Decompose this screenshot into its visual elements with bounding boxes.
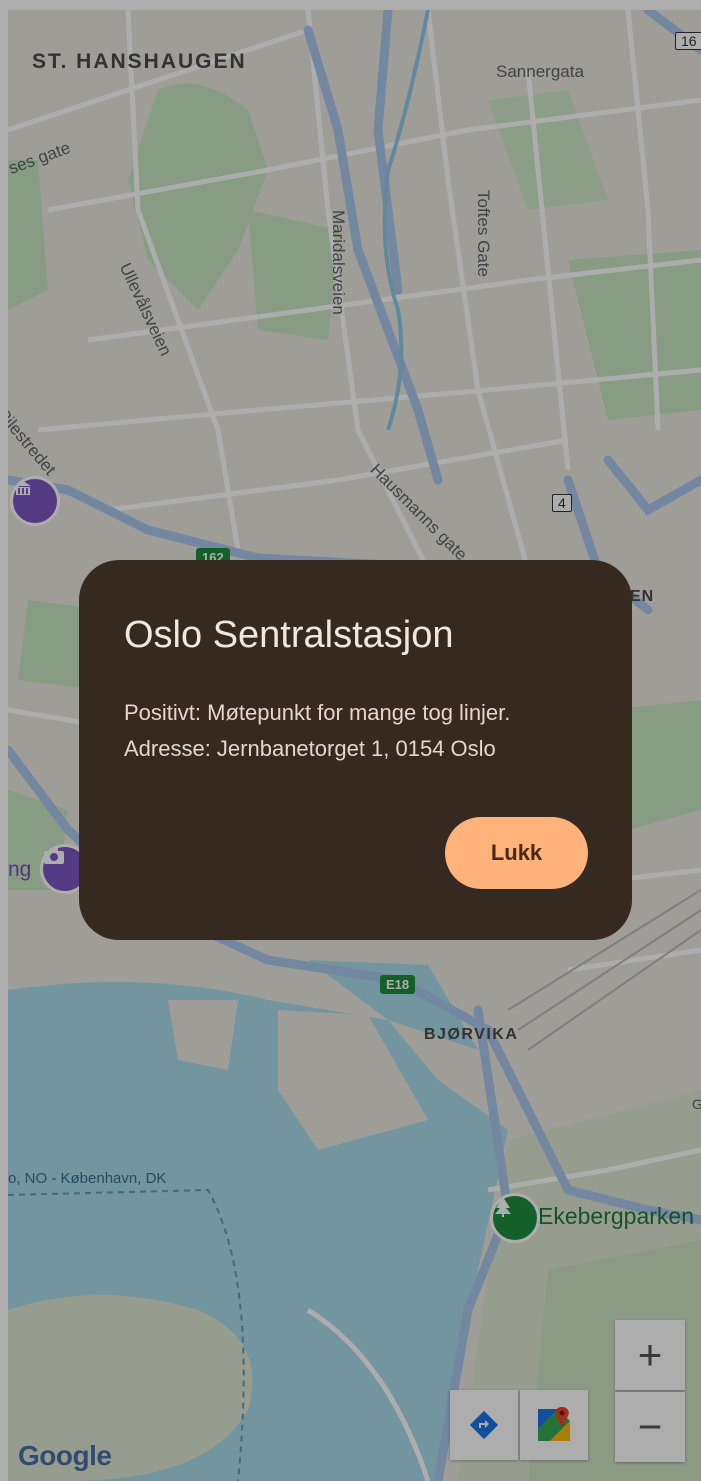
dialog-body: Positivt: Møtepunkt for mange tog linjer…	[124, 695, 510, 767]
dialog-line-positive: Positivt: Møtepunkt for mange tog linjer…	[124, 700, 511, 725]
dialog-line-address: Adresse: Jernbanetorget 1, 0154 Oslo	[124, 736, 496, 761]
close-button[interactable]: Lukk	[445, 817, 588, 889]
screen: ST. HANSHAUGEN Sannergata Toftes Gate Ma…	[0, 0, 701, 1481]
dialog-title: Oslo Sentralstasjon	[124, 614, 454, 656]
info-dialog: Oslo Sentralstasjon Positivt: Møtepunkt …	[79, 560, 632, 940]
